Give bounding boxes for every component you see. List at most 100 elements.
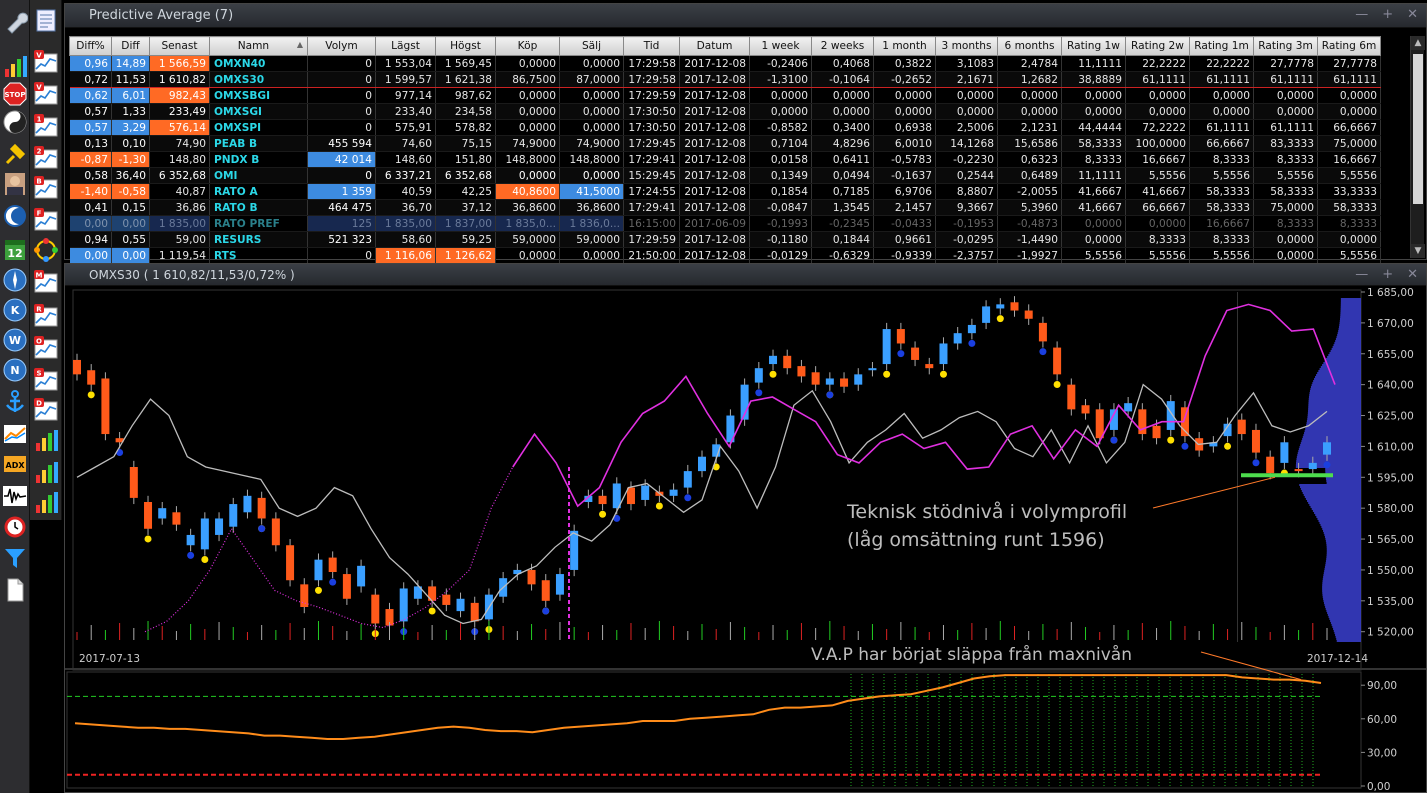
table-cell: 16,6667 (1189, 215, 1254, 232)
column-header[interactable]: Tid (623, 36, 680, 56)
maximize-icon[interactable]: + (1382, 267, 1393, 282)
alarm-clock-icon[interactable] (1, 512, 29, 540)
chart-f-icon[interactable]: F (32, 206, 60, 234)
table-cell: 0,9661 (873, 231, 936, 248)
chart-b-icon[interactable]: B (32, 174, 60, 202)
column-header[interactable]: Rating 1m (1189, 36, 1254, 56)
bar-chart-icon[interactable] (1, 52, 29, 80)
table-row[interactable]: 0,62 6,01 982,43 OMXSBGI 0 977,14 987,62 0,0000… (69, 87, 1381, 104)
table-row[interactable]: 0,00 0,00 1 835,00 RATO PREF 125 1 835,00 1 83… (69, 215, 1381, 232)
table-row[interactable]: 0,72 11,53 1 610,82 OMXS30 0 1 599,57 1 621,38… (69, 71, 1381, 88)
column-header[interactable]: Diff (111, 36, 150, 56)
chart-o-icon[interactable]: O (32, 334, 60, 362)
vertical-scrollbar[interactable]: ▲ ▼ (1410, 36, 1425, 258)
table-row[interactable]: 0,00 0,00 1 119,54 RTS 0 1 116,06 1 126,62 0,00… (69, 247, 1381, 264)
column-header[interactable]: Datum (679, 36, 750, 56)
column-header[interactable]: 6 months (997, 36, 1062, 56)
chart-m-icon[interactable]: M (32, 268, 60, 296)
table-row[interactable]: 0,57 3,29 576,14 OMXSPI 0 575,91 578,82 0,0000 0… (69, 119, 1381, 136)
close-icon[interactable]: ✕ (1407, 267, 1418, 282)
column-header[interactable]: Diff% (69, 36, 112, 56)
column-header[interactable]: Rating 2w (1125, 36, 1190, 56)
compass-n-icon[interactable]: N (1, 356, 29, 384)
avatar[interactable] (1, 170, 29, 198)
column-header[interactable]: Högst (435, 36, 496, 56)
column-header[interactable]: Rating 1w (1061, 36, 1126, 56)
annotation-vap: V.A.P har börjat släppa från maxnivån (811, 644, 1132, 665)
column-header-label: Lägst (391, 40, 420, 52)
yin-yang-icon[interactable] (1, 108, 29, 136)
column-header[interactable]: Volym (307, 36, 376, 56)
bar-chart-icon[interactable] (32, 458, 60, 486)
candle (257, 497, 266, 519)
scroll-up-icon[interactable]: ▲ (1411, 36, 1425, 50)
table-row[interactable]: 0,96 14,89 1 566,59 OMXN40 0 1 553,04 1 569,45… (69, 55, 1381, 72)
compass-w-icon[interactable]: W (1, 326, 29, 354)
table-row[interactable]: 0,58 36,40 6 352,68 OMI 0 6 337,21 6 352,68 0,0… (69, 167, 1381, 184)
scroll-down-icon[interactable]: ▼ (1411, 244, 1425, 258)
bar-chart-icon[interactable] (32, 488, 60, 516)
volume-profile-bar (1328, 354, 1361, 356)
chart-v-icon[interactable]: V (32, 80, 60, 108)
column-header[interactable]: 3 months (935, 36, 998, 56)
chart-s-icon[interactable]: S (32, 366, 60, 394)
main-toolbar: STOP 12 K W N ADX (0, 0, 30, 793)
network-icon[interactable] (32, 236, 60, 264)
adx-icon[interactable]: ADX (1, 450, 29, 478)
column-header[interactable]: Senast (149, 36, 210, 56)
chart-area[interactable]: 1 685,00 1 670,00 1 655,00 1 640,00 1 625,00… (65, 286, 1426, 792)
calendar-12-icon[interactable]: 12 (1, 236, 29, 264)
chart-titlebar[interactable]: OMXS30 ( 1 610,82/11,53/0,72% ) — + ✕ (65, 264, 1426, 286)
chart-d-icon[interactable]: D (32, 396, 60, 424)
column-header[interactable]: Köp (495, 36, 560, 56)
column-header[interactable]: 1 week (749, 36, 812, 56)
column-header[interactable]: Rating 3m (1253, 36, 1318, 56)
volume-profile-bar (1333, 344, 1361, 346)
column-header[interactable]: 2 weeks (811, 36, 874, 56)
chart-2-icon[interactable]: 2 (32, 144, 60, 172)
column-header[interactable]: Rating 6m (1317, 36, 1381, 56)
chart-r-icon[interactable]: R (32, 302, 60, 330)
wrench-icon[interactable] (1, 8, 29, 36)
table-row[interactable]: 0,94 0,55 59,00 RESURS 521 323 58,60 59,25 59,0… (69, 231, 1381, 248)
column-header[interactable]: 1 month (873, 36, 936, 56)
volume-profile-bar (1299, 484, 1361, 486)
document-icon[interactable] (1, 576, 29, 604)
candle (1095, 409, 1104, 439)
table-cell: 17:29:59 (623, 87, 680, 104)
column-header[interactable]: Sälj (559, 36, 624, 56)
stop-sign-icon[interactable]: STOP (1, 80, 29, 108)
compass-icon[interactable] (1, 266, 29, 294)
column-header[interactable]: Namn ▲ (209, 36, 308, 56)
table-row[interactable]: -1,40 -0,58 40,87 RATO A1 359 40,59 42,25 40,8… (69, 183, 1381, 200)
close-icon[interactable]: ✕ (1407, 7, 1418, 22)
sort-ascending-icon[interactable]: ▲ (297, 40, 303, 49)
table-row[interactable]: 0,57 1,33 233,49 OMXSGI 0 233,40 234,58 0,0000 0… (69, 103, 1381, 120)
anchor-icon[interactable] (1, 388, 29, 416)
table-cell: 0,96 (69, 55, 112, 72)
column-header-label: Diff% (76, 40, 105, 52)
filter-icon[interactable] (1, 544, 29, 572)
table-row[interactable]: -0,87 -1,30 148,80 PNDX B 42 014 148,60 151,80… (69, 151, 1381, 168)
minimize-icon[interactable]: — (1355, 7, 1368, 22)
waveform-icon[interactable] (1, 482, 29, 510)
window-titlebar[interactable]: Predictive Average (7) — + ✕ (65, 4, 1426, 28)
chart-1-icon[interactable]: 1 (32, 112, 60, 140)
line-chart-icon[interactable] (1, 420, 29, 448)
pin-icon[interactable] (1, 140, 29, 168)
table-row[interactable]: 0,41 0,15 36,86 RATO B 464 475 36,70 37,12 36,8… (69, 199, 1381, 216)
scroll-thumb[interactable] (1413, 54, 1423, 204)
table-row[interactable]: 0,13 0,10 74,90 PEAB B 455 594 74,60 75,15 74,9… (69, 135, 1381, 152)
table-cell: 8,3333 (1317, 215, 1381, 232)
table-cell: 977,14 (375, 87, 436, 104)
minimize-icon[interactable]: — (1355, 267, 1368, 282)
moon-icon[interactable] (1, 202, 29, 230)
maximize-icon[interactable]: + (1382, 7, 1393, 22)
bar-chart-icon[interactable] (32, 426, 60, 454)
compass-k-icon[interactable]: K (1, 296, 29, 324)
document-list-icon[interactable] (32, 6, 60, 34)
chart-v-icon[interactable]: V (32, 48, 60, 76)
column-header[interactable]: Lägst (375, 36, 436, 56)
quote-table: Diff% Diff Senast Namn ▲ Volym Lägst Högst Köp Sä… (69, 36, 1381, 264)
table-cell: 1 569,45 (435, 55, 496, 72)
